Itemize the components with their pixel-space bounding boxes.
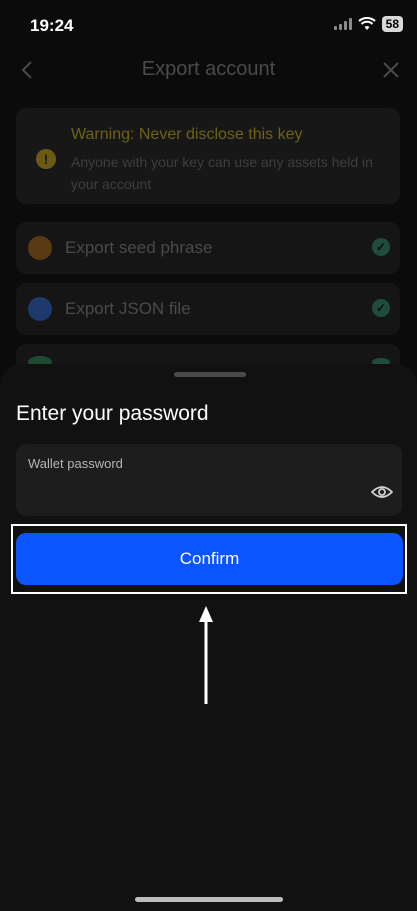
wifi-icon <box>357 17 376 30</box>
password-label: Wallet password <box>28 456 123 471</box>
warning-icon: ! <box>36 149 56 169</box>
option-label: Export seed phrase <box>65 238 213 257</box>
page-title: Export account <box>141 58 276 80</box>
seed-icon <box>28 236 52 260</box>
warning-description: Anyone with your key can use any assets … <box>71 154 373 192</box>
confirm-button[interactable]: Confirm <box>16 533 403 585</box>
option-label: Export JSON file <box>65 299 191 318</box>
status-icons: 58 <box>333 16 403 32</box>
signal-icon <box>333 18 352 30</box>
eye-icon[interactable] <box>371 484 393 500</box>
status-time: 19:24 <box>30 16 74 35</box>
battery-indicator: 58 <box>381 16 403 32</box>
close-icon[interactable] <box>381 60 401 80</box>
sheet-title: Enter your password <box>16 402 209 425</box>
check-icon: ✓ <box>372 299 390 317</box>
home-indicator <box>135 897 283 902</box>
warning-title: Warning: Never disclose this key <box>71 126 303 143</box>
sheet-grabber[interactable] <box>174 372 246 377</box>
arrow-up-icon <box>199 606 213 704</box>
json-file-icon <box>28 297 52 321</box>
check-icon: ✓ <box>372 238 390 256</box>
password-input[interactable] <box>28 478 362 504</box>
